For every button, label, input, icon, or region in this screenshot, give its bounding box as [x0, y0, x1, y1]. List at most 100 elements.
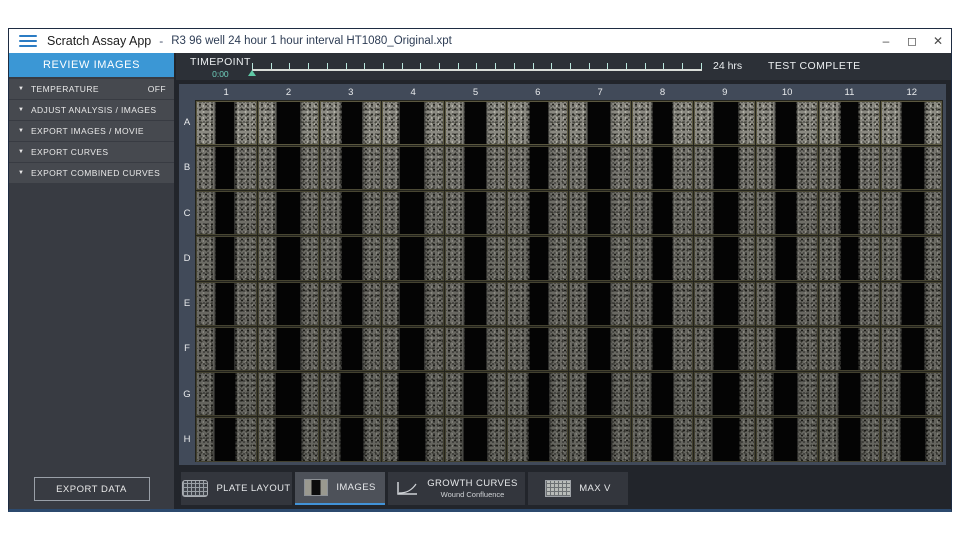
well-b5[interactable]: [445, 146, 506, 190]
menu-icon[interactable]: [19, 35, 37, 47]
sidebar-item-adjust-analysis-images[interactable]: ▼ADJUST ANALYSIS / IMAGES: [9, 100, 174, 120]
well-f6[interactable]: [507, 327, 568, 371]
well-d9[interactable]: [694, 236, 755, 280]
well-c12[interactable]: [881, 191, 942, 235]
well-h1[interactable]: [196, 417, 257, 461]
well-e10[interactable]: [756, 282, 817, 326]
well-d7[interactable]: [569, 236, 630, 280]
well-a9[interactable]: [694, 101, 755, 145]
well-e1[interactable]: [196, 282, 257, 326]
well-g12[interactable]: [881, 372, 942, 416]
close-button[interactable]: ✕: [925, 29, 951, 53]
well-b12[interactable]: [881, 146, 942, 190]
well-b1[interactable]: [196, 146, 257, 190]
well-d10[interactable]: [756, 236, 817, 280]
well-f5[interactable]: [445, 327, 506, 371]
well-f7[interactable]: [569, 327, 630, 371]
well-c10[interactable]: [756, 191, 817, 235]
well-e9[interactable]: [694, 282, 755, 326]
well-h12[interactable]: [881, 417, 942, 461]
well-f3[interactable]: [320, 327, 381, 371]
well-d11[interactable]: [819, 236, 880, 280]
well-f8[interactable]: [632, 327, 693, 371]
well-d4[interactable]: [382, 236, 443, 280]
well-g6[interactable]: [507, 372, 568, 416]
well-c8[interactable]: [632, 191, 693, 235]
well-f11[interactable]: [819, 327, 880, 371]
well-e6[interactable]: [507, 282, 568, 326]
well-f9[interactable]: [694, 327, 755, 371]
well-e4[interactable]: [382, 282, 443, 326]
well-d3[interactable]: [320, 236, 381, 280]
well-a5[interactable]: [445, 101, 506, 145]
well-b7[interactable]: [569, 146, 630, 190]
well-a7[interactable]: [569, 101, 630, 145]
well-g8[interactable]: [632, 372, 693, 416]
well-g2[interactable]: [258, 372, 319, 416]
well-e2[interactable]: [258, 282, 319, 326]
well-h10[interactable]: [756, 417, 817, 461]
well-a12[interactable]: [881, 101, 942, 145]
well-e8[interactable]: [632, 282, 693, 326]
well-c5[interactable]: [445, 191, 506, 235]
well-h11[interactable]: [819, 417, 880, 461]
sidebar-item-export-curves[interactable]: ▼EXPORT CURVES: [9, 142, 174, 162]
sidebar-item-export-combined-curves[interactable]: ▼EXPORT COMBINED CURVES: [9, 163, 174, 183]
well-b2[interactable]: [258, 146, 319, 190]
well-h6[interactable]: [507, 417, 568, 461]
well-f2[interactable]: [258, 327, 319, 371]
well-h4[interactable]: [382, 417, 443, 461]
well-a4[interactable]: [382, 101, 443, 145]
minimize-button[interactable]: –: [873, 29, 899, 53]
well-c7[interactable]: [569, 191, 630, 235]
well-a11[interactable]: [819, 101, 880, 145]
well-a8[interactable]: [632, 101, 693, 145]
well-f12[interactable]: [881, 327, 942, 371]
well-c2[interactable]: [258, 191, 319, 235]
well-c6[interactable]: [507, 191, 568, 235]
well-g5[interactable]: [445, 372, 506, 416]
well-d5[interactable]: [445, 236, 506, 280]
timeline-slider[interactable]: [252, 60, 702, 71]
well-h7[interactable]: [569, 417, 630, 461]
tab-max-v[interactable]: MAX V: [528, 472, 628, 505]
well-b11[interactable]: [819, 146, 880, 190]
well-f1[interactable]: [196, 327, 257, 371]
well-e12[interactable]: [881, 282, 942, 326]
sidebar-item-temperature[interactable]: ▼TEMPERATUREOFF: [9, 79, 174, 99]
well-a2[interactable]: [258, 101, 319, 145]
well-e5[interactable]: [445, 282, 506, 326]
well-g4[interactable]: [382, 372, 443, 416]
well-h3[interactable]: [320, 417, 381, 461]
well-b4[interactable]: [382, 146, 443, 190]
well-g9[interactable]: [694, 372, 755, 416]
well-a6[interactable]: [507, 101, 568, 145]
well-d2[interactable]: [258, 236, 319, 280]
well-b10[interactable]: [756, 146, 817, 190]
well-h9[interactable]: [694, 417, 755, 461]
well-f4[interactable]: [382, 327, 443, 371]
well-g11[interactable]: [819, 372, 880, 416]
well-b3[interactable]: [320, 146, 381, 190]
sidebar-item-export-images-movie[interactable]: ▼EXPORT IMAGES / MOVIE: [9, 121, 174, 141]
maximize-button[interactable]: ◻: [899, 29, 925, 53]
tab-plate-layout[interactable]: PLATE LAYOUT: [181, 472, 292, 505]
timeline-marker-icon[interactable]: [248, 70, 256, 76]
well-a10[interactable]: [756, 101, 817, 145]
well-c9[interactable]: [694, 191, 755, 235]
well-a1[interactable]: [196, 101, 257, 145]
well-h5[interactable]: [445, 417, 506, 461]
well-g1[interactable]: [196, 372, 257, 416]
well-e3[interactable]: [320, 282, 381, 326]
well-g10[interactable]: [756, 372, 817, 416]
well-d6[interactable]: [507, 236, 568, 280]
well-g7[interactable]: [569, 372, 630, 416]
well-h2[interactable]: [258, 417, 319, 461]
well-d12[interactable]: [881, 236, 942, 280]
well-c4[interactable]: [382, 191, 443, 235]
well-d1[interactable]: [196, 236, 257, 280]
tab-growth-curves[interactable]: GROWTH CURVESWound Confluence: [388, 472, 525, 505]
well-c1[interactable]: [196, 191, 257, 235]
well-a3[interactable]: [320, 101, 381, 145]
well-b6[interactable]: [507, 146, 568, 190]
